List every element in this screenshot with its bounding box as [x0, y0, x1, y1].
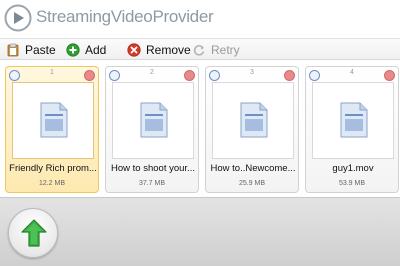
file-name: guy1.mov: [332, 163, 374, 174]
file-card[interactable]: 4 guy1.mov 53.9 MB: [305, 66, 399, 193]
chevron-down-icon[interactable]: [209, 70, 220, 81]
upload-button[interactable]: [8, 208, 58, 258]
file-size: 37.7 MB: [138, 180, 166, 187]
add-label: Add: [85, 43, 107, 57]
file-size: 12.2 MB: [38, 180, 66, 187]
paste-button[interactable]: Paste: [6, 42, 56, 58]
file-size: 53.9 MB: [338, 180, 366, 187]
file-name: How to..Newcome...: [210, 163, 296, 174]
retry-button[interactable]: Retry: [192, 42, 240, 58]
plus-circle-icon: [66, 43, 80, 57]
document-icon: [340, 102, 368, 138]
chevron-down-icon[interactable]: [9, 70, 20, 81]
retry-label: Retry: [211, 43, 240, 57]
file-card[interactable]: 3 How to..Newcome... 25.9 MB: [205, 66, 299, 193]
close-icon[interactable]: [284, 70, 295, 81]
chevron-down-icon[interactable]: [109, 70, 120, 81]
toolbar: Paste Add Remove Retry: [0, 38, 400, 60]
document-icon: [40, 102, 68, 138]
close-icon[interactable]: [184, 70, 195, 81]
file-grid: 1 Friendly Rich prom... 12.2 MB 2 How to…: [0, 61, 400, 197]
file-thumbnail: [12, 82, 94, 159]
chevron-down-icon[interactable]: [309, 70, 320, 81]
play-logo-icon: [4, 4, 32, 32]
file-thumbnail: [212, 82, 294, 159]
x-circle-icon: [127, 43, 141, 57]
file-card[interactable]: 2 How to shoot your... 37.7 MB: [105, 66, 199, 193]
remove-button[interactable]: Remove: [127, 42, 191, 58]
file-thumbnail: [112, 82, 194, 159]
close-icon[interactable]: [84, 70, 95, 81]
document-icon: [140, 102, 168, 138]
file-card[interactable]: 1 Friendly Rich prom... 12.2 MB: [5, 66, 99, 193]
header: StreamingVideoProvider: [0, 0, 400, 38]
close-icon[interactable]: [384, 70, 395, 81]
up-arrow-icon: [21, 219, 47, 247]
bottom-bar: [0, 197, 400, 266]
remove-label: Remove: [146, 43, 191, 57]
uploader-window: StreamingVideoProvider Paste Add Remove …: [0, 0, 400, 266]
brand-title: StreamingVideoProvider: [36, 7, 214, 26]
clipboard-icon: [7, 43, 19, 57]
file-name: How to shoot your...: [111, 163, 195, 174]
file-thumbnail: [312, 82, 394, 159]
document-icon: [240, 102, 268, 138]
file-size: 25.9 MB: [238, 180, 266, 187]
file-name: Friendly Rich prom...: [9, 163, 97, 174]
paste-label: Paste: [25, 43, 56, 57]
add-button[interactable]: Add: [66, 42, 106, 58]
retry-icon: [193, 45, 205, 56]
